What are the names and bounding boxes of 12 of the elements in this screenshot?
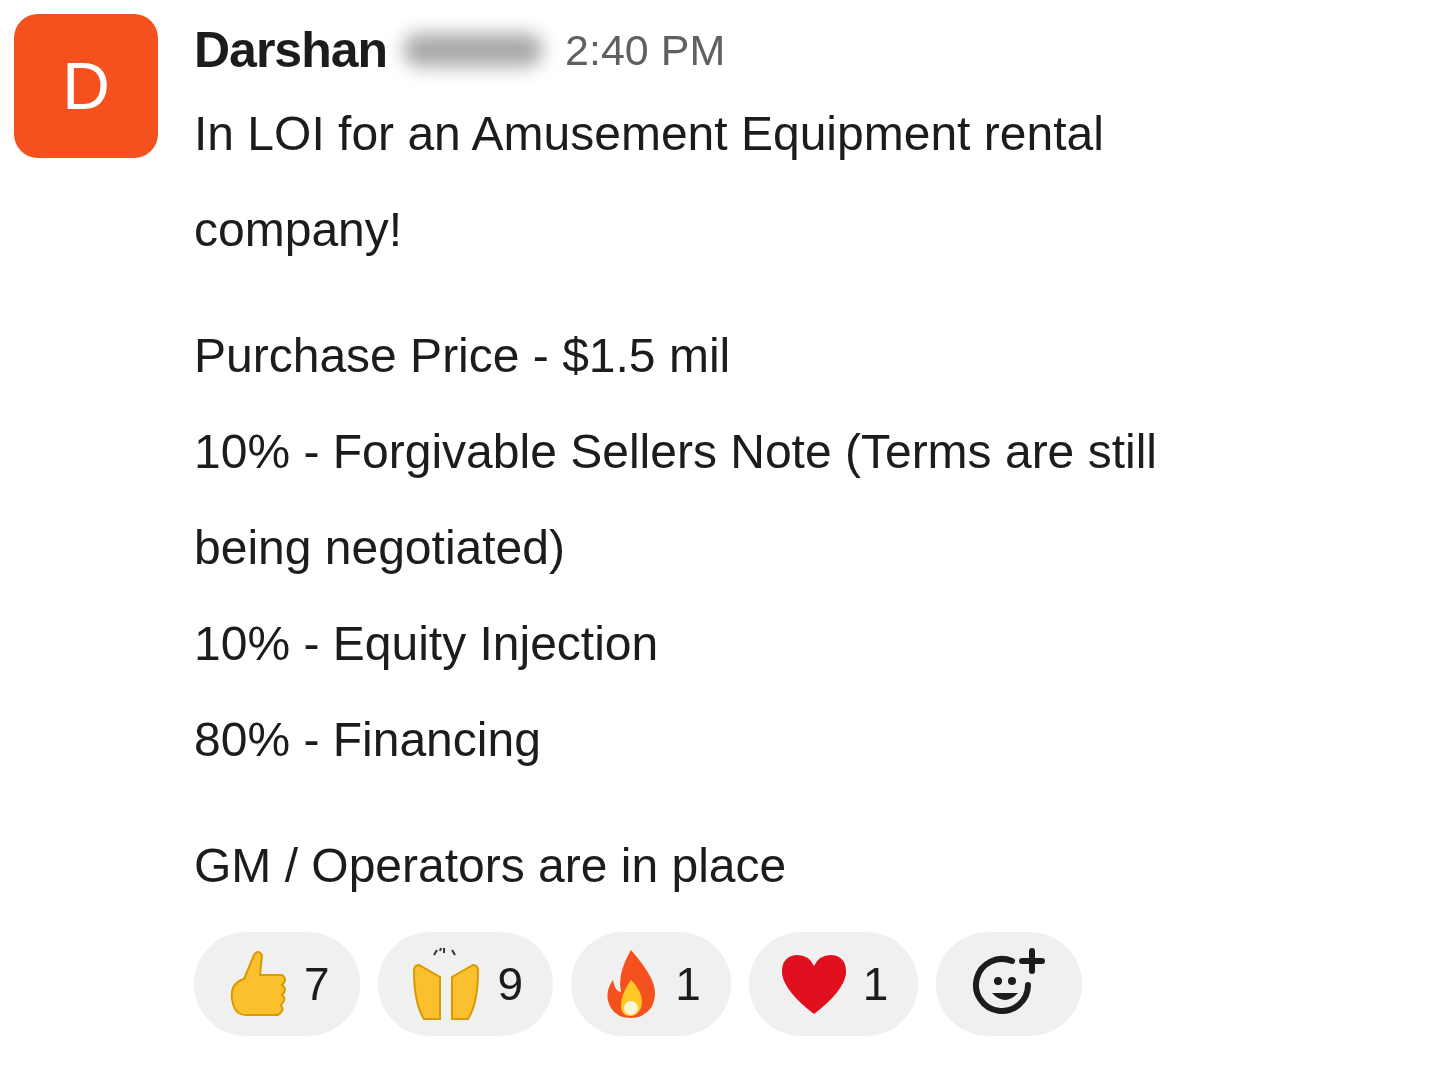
reaction-button[interactable]: 1 [748,932,919,1036]
message-text: 10% - Equity Injection [194,616,660,672]
reaction-button[interactable]: 9 [377,932,554,1036]
author-name[interactable]: Darshan [194,21,388,79]
reaction-button[interactable]: 1 [571,932,731,1036]
message-text: 80% - Financing [194,712,542,768]
message-text: Purchase Price - $1.5 mil [194,328,732,384]
reaction-button[interactable]: 7 [194,932,360,1036]
message-text: GM / Operators are in place [194,838,788,894]
timestamp[interactable]: 2:40 PM [565,25,726,75]
message-text: 10% - Forgivable Sellers Note (Terms are still being negotiated) [194,424,1158,576]
message-text: In LOI for an Amusement Equipment rental company! [194,106,1105,258]
